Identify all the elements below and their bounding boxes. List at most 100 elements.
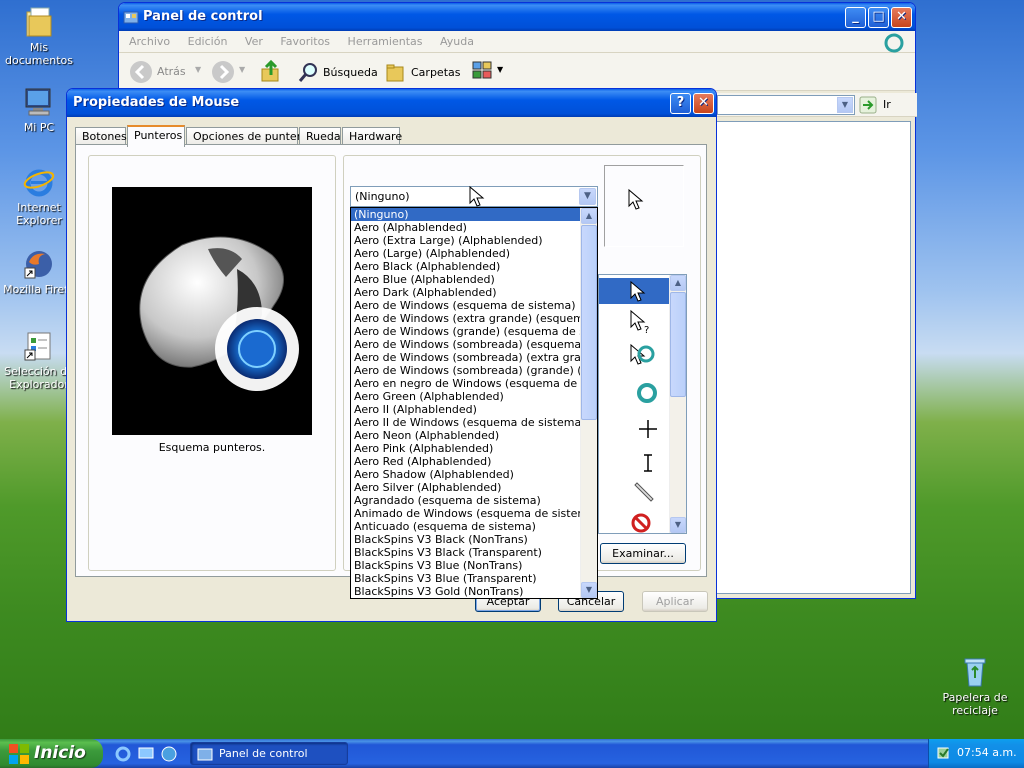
scheme-option[interactable]: Aero Black (Alphablended) bbox=[351, 260, 581, 273]
scheme-option[interactable]: Aero de Windows (sombreada) (grande) (es… bbox=[351, 364, 581, 377]
desktop-icon-label: Mi PC bbox=[23, 121, 55, 134]
mouse-icon bbox=[139, 236, 299, 391]
internet-explorer-icon bbox=[23, 166, 55, 198]
throbber-icon bbox=[882, 31, 906, 55]
scheme-option[interactable]: Aero Shadow (Alphablended) bbox=[351, 468, 581, 481]
quicklaunch-media-icon[interactable] bbox=[160, 745, 178, 763]
control-panel-titlebar[interactable]: Panel de control _ □ ✕ bbox=[119, 3, 915, 31]
scheme-option[interactable]: Aero II de Windows (esquema de sistema) bbox=[351, 416, 581, 429]
system-tray: 07:54 a.m. bbox=[928, 739, 1024, 768]
scheme-option[interactable]: Aero (Alphablended) bbox=[351, 221, 581, 234]
precision-select-cursor-icon bbox=[639, 420, 657, 438]
desktop-icon-browser-selection[interactable]: Selección de Explorador bbox=[2, 330, 76, 391]
cursor-row-selected[interactable] bbox=[599, 278, 671, 304]
desktop-icon-mozilla-firefox[interactable]: Mozilla Firefo bbox=[2, 248, 76, 296]
browse-button[interactable]: Examinar... bbox=[600, 543, 686, 564]
scheme-option[interactable]: Agrandado (esquema de sistema) bbox=[351, 494, 581, 507]
scheme-option[interactable]: Aero Pink (Alphablended) bbox=[351, 442, 581, 455]
scheme-option[interactable]: Aero de Windows (sombreada) (extra grand… bbox=[351, 351, 581, 364]
scheme-option[interactable]: Aero de Windows (grande) (esquema de sis… bbox=[351, 325, 581, 338]
scheme-option[interactable]: Aero Green (Alphablended) bbox=[351, 390, 581, 403]
scheme-option[interactable]: Aero en negro de Windows (esquema de sis… bbox=[351, 377, 581, 390]
mouse-dialog-titlebar[interactable]: Propiedades de Mouse ? ✕ bbox=[67, 89, 716, 117]
close-button[interactable]: ✕ bbox=[891, 7, 912, 28]
scheme-option[interactable]: Anticuado (esquema de sistema) bbox=[351, 520, 581, 533]
scheme-option[interactable]: BlackSpins V3 Black (Transparent) bbox=[351, 546, 581, 559]
desktop-icon-my-pc[interactable]: Mi PC bbox=[2, 86, 76, 134]
desktop-icon-my-documents[interactable]: Mis documentos bbox=[2, 6, 76, 67]
scheme-option[interactable]: Aero Silver (Alphablended) bbox=[351, 481, 581, 494]
minimize-button[interactable]: _ bbox=[845, 7, 866, 28]
dialog-close-button[interactable]: ✕ bbox=[693, 93, 714, 114]
unavailable-cursor-icon bbox=[631, 513, 651, 533]
folder-documents-icon bbox=[23, 6, 55, 38]
safely-remove-hardware-icon[interactable] bbox=[935, 745, 951, 761]
scheme-option[interactable]: BlackSpins V3 Black (NonTrans) bbox=[351, 533, 581, 546]
up-folder-icon bbox=[261, 59, 279, 82]
scheme-option[interactable]: Aero Blue (Alphablended) bbox=[351, 273, 581, 286]
maximize-button[interactable]: □ bbox=[868, 7, 889, 28]
scroll-thumb[interactable] bbox=[670, 292, 686, 397]
desktop-icon-label: Mis documentos bbox=[5, 41, 73, 67]
quicklaunch-desktop-icon[interactable] bbox=[137, 745, 155, 763]
scheme-dropdown-list[interactable]: (Ninguno) Aero (Alphablended) Aero (Extra … bbox=[350, 207, 598, 599]
up-folder-button[interactable] bbox=[259, 59, 285, 85]
scroll-up-icon[interactable]: ▲ bbox=[581, 208, 597, 224]
scheme-option[interactable]: (Ninguno) bbox=[351, 208, 581, 221]
desktop-icon-internet-explorer[interactable]: Internet Explorer bbox=[2, 166, 76, 227]
address-input[interactable]: ▼ bbox=[717, 95, 855, 115]
scroll-up-icon[interactable]: ▲ bbox=[670, 275, 686, 291]
forward-button[interactable]: ▼ bbox=[211, 59, 251, 85]
menu-ayuda[interactable]: Ayuda bbox=[440, 35, 474, 48]
back-arrow-icon bbox=[130, 61, 152, 83]
combobox-dropdown-icon[interactable]: ▼ bbox=[579, 188, 596, 205]
back-dropdown-icon: ▼ bbox=[195, 65, 202, 74]
tab-rueda[interactable]: Rueda bbox=[299, 127, 341, 145]
menu-edicion[interactable]: Edición bbox=[188, 35, 228, 48]
back-button[interactable]: Atrás ▼ bbox=[129, 59, 207, 85]
taskbar-item-control-panel[interactable]: Panel de control bbox=[190, 742, 348, 765]
folders-button[interactable]: Carpetas bbox=[385, 59, 460, 85]
cursor-list-scrollbar[interactable]: ▲ ▼ bbox=[669, 275, 686, 533]
start-button[interactable]: Inicio bbox=[0, 739, 103, 768]
menu-ver[interactable]: Ver bbox=[245, 35, 263, 48]
scheme-option[interactable]: Aero de Windows (sombreada) (esquema de … bbox=[351, 338, 581, 351]
back-button-label: Atrás bbox=[157, 65, 186, 78]
search-icon bbox=[298, 63, 317, 82]
tab-opciones-de-puntero[interactable]: Opciones de puntero bbox=[186, 127, 308, 145]
address-dropdown-icon[interactable]: ▼ bbox=[837, 97, 853, 113]
scroll-down-icon[interactable]: ▼ bbox=[670, 517, 686, 533]
menu-archivo[interactable]: Archivo bbox=[129, 35, 170, 48]
scheme-option[interactable]: Animado de Windows (esquema de sistema) bbox=[351, 507, 581, 520]
menu-herramientas[interactable]: Herramientas bbox=[348, 35, 423, 48]
views-button[interactable]: ▼ bbox=[471, 59, 505, 85]
scheme-option[interactable]: BlackSpins V3 Gold (NonTrans) bbox=[351, 585, 581, 598]
scheme-option[interactable]: Aero II (Alphablended) bbox=[351, 403, 581, 416]
desktop-icon-recycle-bin[interactable]: Papelera de reciclaje bbox=[938, 656, 1012, 717]
scroll-thumb[interactable] bbox=[581, 225, 597, 420]
scheme-option[interactable]: Aero (Large) (Alphablended) bbox=[351, 247, 581, 260]
scheme-option[interactable]: Aero Red (Alphablended) bbox=[351, 455, 581, 468]
help-button[interactable]: ? bbox=[670, 93, 691, 114]
scheme-combobox-value: (Ninguno) bbox=[355, 190, 410, 203]
apply-button[interactable]: Aplicar bbox=[642, 591, 708, 612]
menu-favoritos[interactable]: Favoritos bbox=[280, 35, 330, 48]
cursor-list[interactable]: ? ▲ ▼ bbox=[598, 274, 687, 534]
scheme-option[interactable]: Aero Neon (Alphablended) bbox=[351, 429, 581, 442]
scheme-option[interactable]: BlackSpins V3 Blue (Transparent) bbox=[351, 572, 581, 585]
search-button[interactable]: Búsqueda bbox=[297, 59, 378, 85]
dropdown-scrollbar[interactable]: ▲ ▼ bbox=[580, 208, 597, 598]
quicklaunch-ie-icon[interactable] bbox=[114, 745, 132, 763]
preview-caption: Esquema punteros. bbox=[158, 441, 266, 454]
go-button[interactable]: Ir bbox=[859, 96, 909, 114]
scheme-option[interactable]: Aero Dark (Alphablended) bbox=[351, 286, 581, 299]
scroll-down-icon[interactable]: ▼ bbox=[581, 582, 597, 598]
scheme-option[interactable]: BlackSpins V3 Blue (NonTrans) bbox=[351, 559, 581, 572]
tab-punteros[interactable]: Punteros bbox=[127, 125, 185, 147]
scheme-option[interactable]: Aero (Extra Large) (Alphablended) bbox=[351, 234, 581, 247]
scheme-option[interactable]: Aero de Windows (esquema de sistema) bbox=[351, 299, 581, 312]
tab-botones[interactable]: Botones bbox=[75, 127, 127, 145]
scheme-option[interactable]: Aero de Windows (extra grande) (esquema … bbox=[351, 312, 581, 325]
tab-hardware[interactable]: Hardware bbox=[342, 127, 402, 145]
mouse-preview-image bbox=[112, 187, 312, 435]
